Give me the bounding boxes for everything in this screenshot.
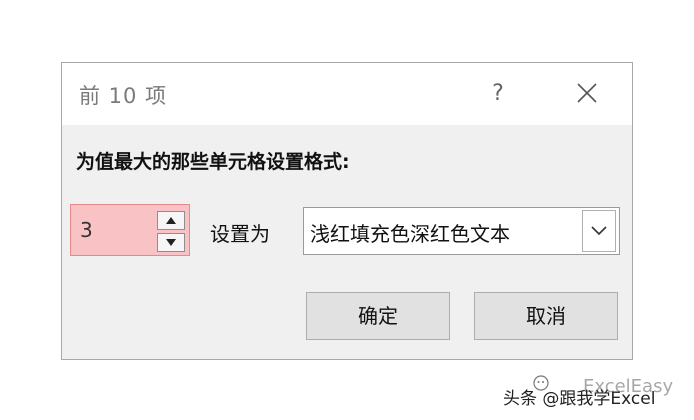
close-button[interactable]: [564, 75, 610, 113]
format-prompt-label: 为值最大的那些单元格设置格式:: [76, 151, 350, 173]
chevron-down-icon: [591, 226, 607, 236]
rank-count-input[interactable]: [72, 206, 154, 254]
set-as-label: 设置为: [210, 222, 270, 246]
help-button[interactable]: ?: [478, 75, 518, 113]
spin-down-button[interactable]: [157, 233, 185, 252]
format-select-value: 浅红填充色深红色文本: [310, 222, 510, 246]
dialog-titlebar: 前 10 项 ?: [62, 63, 632, 125]
cancel-button[interactable]: 取消: [474, 292, 618, 340]
spin-up-button[interactable]: [157, 211, 185, 230]
close-icon: [577, 83, 597, 103]
top-10-dialog: 前 10 项 ? 为值最大的那些单元格设置格式: 设置为 浅红填充色深红色文本 …: [61, 62, 633, 360]
triangle-down-icon: [166, 239, 176, 246]
triangle-up-icon: [166, 217, 176, 224]
watermark-text: 头条 @跟我学Excel: [503, 389, 656, 409]
ok-button[interactable]: 确定: [306, 292, 450, 340]
format-dropdown-button[interactable]: [582, 210, 616, 252]
dialog-title: 前 10 项: [79, 84, 168, 108]
format-select[interactable]: 浅红填充色深红色文本: [303, 207, 620, 255]
